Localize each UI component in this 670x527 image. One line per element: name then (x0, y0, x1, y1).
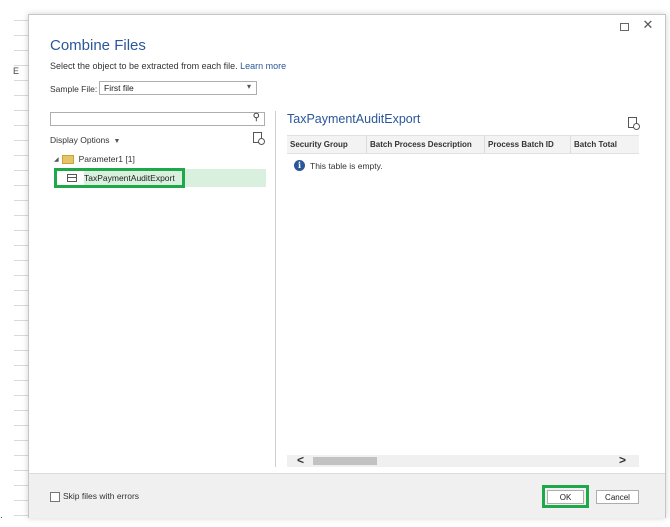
excel-row-line (14, 410, 28, 411)
scrollbar-thumb[interactable] (313, 457, 377, 465)
display-options-dropdown[interactable]: Display Options ▼ (50, 135, 120, 145)
empty-message-text: This table is empty. (310, 160, 383, 171)
restore-icon[interactable] (620, 23, 629, 31)
excel-row-line (14, 500, 28, 501)
search-input[interactable]: ⚲ (50, 112, 265, 126)
excel-row-line (14, 485, 28, 486)
preview-title: TaxPaymentAuditExport (287, 112, 421, 126)
excel-mark: . (0, 510, 3, 521)
dialog-title: Combine Files (50, 37, 146, 54)
preview-table-header: Security Group Batch Process Description… (287, 135, 639, 154)
column-header[interactable]: Batch Total (571, 136, 639, 153)
empty-table-message: i This table is empty. (294, 160, 383, 171)
highlight-box-ok (542, 485, 589, 508)
tree-parent-label: Parameter1 [1] (78, 154, 135, 164)
folder-icon (61, 154, 74, 164)
excel-row-line (14, 260, 28, 261)
skip-errors-label[interactable]: Skip files with errors (63, 491, 139, 501)
new-table-icon[interactable] (253, 132, 265, 145)
excel-row-line (14, 290, 28, 291)
caret-down-icon: ▼ (113, 138, 121, 145)
column-header[interactable]: Batch Process Description (367, 136, 485, 153)
excel-row-line (14, 110, 28, 111)
tree-item-taxpaymentauditexport[interactable]: TaxPaymentAuditExport (67, 173, 175, 183)
sample-file-value: First file (104, 83, 134, 93)
excel-row-line (14, 20, 28, 21)
cancel-button[interactable]: Cancel (596, 490, 639, 504)
excel-row-line (14, 50, 28, 51)
display-options-label: Display Options (50, 135, 110, 145)
excel-row-line (14, 320, 28, 321)
search-icon[interactable]: ⚲ (253, 112, 260, 123)
excel-row-line (14, 35, 28, 36)
excel-row-line (14, 305, 28, 306)
excel-row-line (14, 200, 28, 201)
excel-row-line (14, 395, 28, 396)
excel-row-line (14, 365, 28, 366)
excel-row-line (14, 425, 28, 426)
excel-row-line (14, 95, 28, 96)
excel-row-line (14, 65, 28, 66)
excel-row-line (14, 245, 28, 246)
excel-row-line (14, 335, 28, 336)
subtitle-text: Select the object to be extracted from e… (50, 61, 238, 71)
sample-file-label: Sample File: (50, 84, 98, 94)
scroll-right-icon[interactable]: > (619, 453, 626, 467)
excel-row-line (14, 230, 28, 231)
column-header[interactable]: Process Batch ID (485, 136, 571, 153)
scroll-left-icon[interactable]: < (297, 453, 304, 467)
info-icon: i (294, 160, 305, 171)
excel-row-line (14, 215, 28, 216)
sample-file-select[interactable]: First file ▾ (99, 81, 257, 95)
new-table-icon[interactable] (628, 117, 640, 130)
tree-item-parameter1[interactable]: ◢ Parameter1 [1] (54, 154, 135, 164)
excel-row-line (14, 455, 28, 456)
skip-errors-checkbox[interactable] (50, 492, 60, 502)
close-icon[interactable]: ✕ (641, 17, 655, 33)
excel-column-letter: E (13, 66, 20, 76)
excel-row-line (14, 170, 28, 171)
excel-row-line (14, 275, 28, 276)
excel-row-line (14, 350, 28, 351)
column-header[interactable]: Security Group (287, 136, 367, 153)
learn-more-link[interactable]: Learn more (240, 61, 286, 71)
excel-row-line (14, 440, 28, 441)
excel-row-line (14, 140, 28, 141)
pane-divider[interactable] (275, 111, 276, 467)
excel-row-line (14, 125, 28, 126)
excel-row-line (14, 155, 28, 156)
table-icon (67, 174, 77, 182)
chevron-down-icon: ▾ (246, 82, 251, 91)
excel-row-line (14, 380, 28, 381)
combine-files-dialog: ✕ Combine Files Select the object to be … (28, 14, 666, 518)
excel-row-line (14, 80, 28, 81)
excel-row-line (14, 515, 28, 516)
tree-child-label: TaxPaymentAuditExport (84, 173, 175, 183)
dialog-subtitle: Select the object to be extracted from e… (50, 61, 286, 71)
expand-triangle-icon[interactable]: ◢ (54, 156, 59, 163)
excel-row-line (14, 470, 28, 471)
excel-row-line (14, 185, 28, 186)
